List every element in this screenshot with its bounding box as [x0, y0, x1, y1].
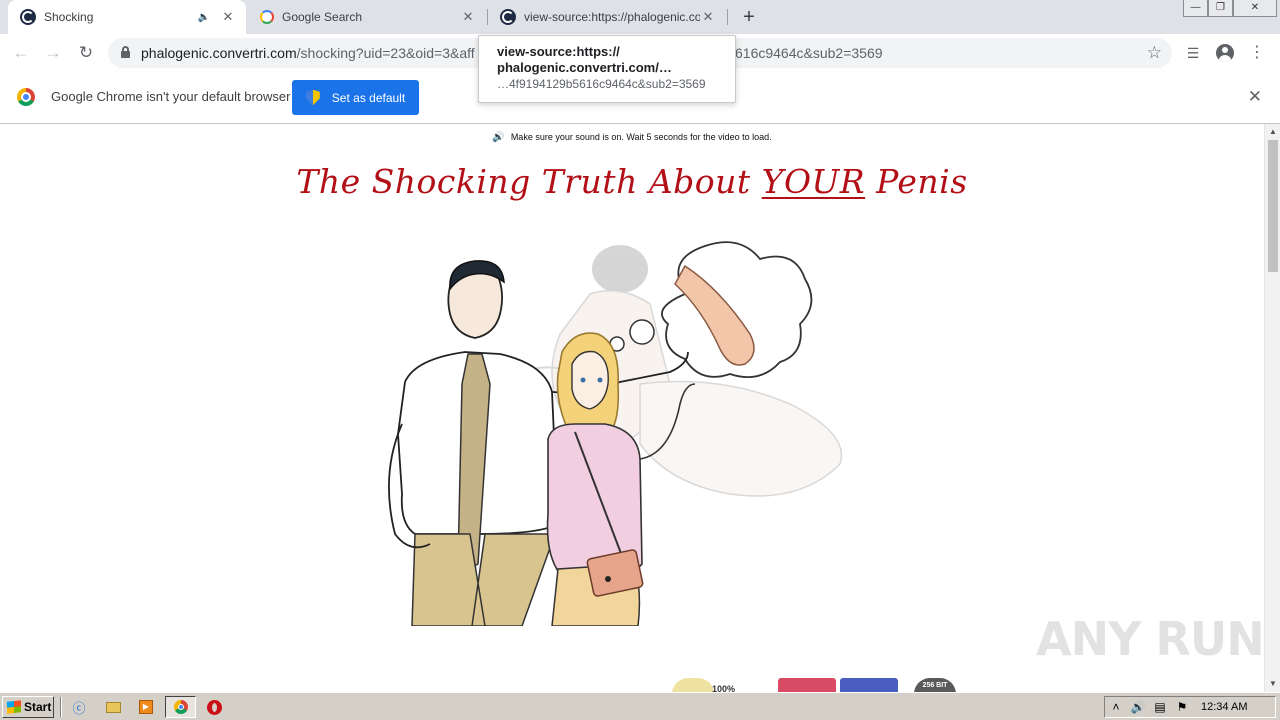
chrome-taskbar-button[interactable]	[165, 696, 196, 718]
close-icon[interactable]: ✕	[220, 9, 236, 25]
flag-icon[interactable]: ⚑	[1171, 700, 1193, 714]
set-as-default-label: Set as default	[331, 90, 406, 105]
card-logo-2	[840, 678, 898, 692]
tab-tooltip: view-source:https:// phalogenic.convertr…	[478, 35, 736, 103]
secure-badge: 256 BIT	[914, 678, 956, 692]
tab-title: Google Search	[282, 10, 363, 24]
close-icon[interactable]: ✕	[700, 9, 716, 25]
tab-view-source[interactable]: view-source:https://phalogenic.convertri…	[488, 0, 726, 34]
close-icon[interactable]: ✕	[460, 9, 476, 25]
menu-icon[interactable]: ⋮	[1246, 42, 1268, 64]
scroll-down-icon[interactable]: ▼	[1265, 676, 1280, 692]
window-controls: — ❐ ✕	[1183, 0, 1277, 20]
scroll-thumb[interactable]	[1268, 140, 1278, 272]
page-headline: The Shocking Truth About YOUR Penis	[0, 162, 1264, 201]
volume-icon[interactable]: 🔊	[1127, 700, 1149, 714]
scroll-up-icon[interactable]: ▲	[1265, 124, 1280, 140]
opera-icon[interactable]	[203, 697, 225, 717]
reload-icon[interactable]: ↻	[74, 41, 98, 65]
folder-icon[interactable]	[102, 697, 124, 717]
tab-title: Shocking	[44, 10, 94, 24]
anyrun-watermark: ANY RUN	[1036, 612, 1264, 666]
tab-strip: Shocking 🔈 ✕ Google Search ✕ view-source…	[0, 0, 1280, 34]
google-icon	[260, 10, 274, 24]
headline-emphasis: YOUR	[761, 162, 866, 201]
infobar-message: Google Chrome isn't your default browser	[51, 89, 291, 104]
page-scrollbar[interactable]: ▲ ▼	[1264, 124, 1280, 692]
tooltip-line-2: phalogenic.convertri.com/…	[497, 60, 672, 75]
profile-icon[interactable]	[1214, 42, 1236, 64]
windows-taskbar: Start ⓒ ▶ ˄ 🔊 ▤ ⚑ 12:34 AM	[0, 692, 1280, 720]
tab-shocking[interactable]: Shocking 🔈 ✕	[8, 0, 246, 34]
windows-flag-icon	[7, 700, 21, 714]
tooltip-line-3: …4f9194129b5616c9464c&sub2=3569	[497, 77, 706, 91]
sound-note-text: Make sure your sound is on. Wait 5 secon…	[510, 132, 772, 142]
site-favicon-icon	[20, 9, 36, 25]
close-window-button[interactable]: ✕	[1233, 0, 1277, 17]
url-path: /shocking?uid=23&oid=3&aff	[296, 45, 475, 61]
tooltip-line-1: view-source:https://	[497, 44, 620, 59]
tray-expand-icon[interactable]: ˄	[1105, 700, 1127, 714]
plus-icon[interactable]: +	[737, 5, 761, 29]
restore-button[interactable]: ❐	[1208, 0, 1233, 17]
shield-icon	[305, 89, 320, 106]
site-favicon-icon	[500, 9, 516, 25]
taskbar-separator	[60, 697, 62, 717]
close-icon[interactable]: ✕	[1248, 87, 1262, 107]
card-logo-1	[778, 678, 836, 692]
page-viewport: 🔊 Make sure your sound is on. Wait 5 seco…	[0, 124, 1264, 692]
network-icon[interactable]: ▤	[1149, 700, 1171, 714]
chrome-icon	[173, 700, 188, 714]
sound-note: 🔊 Make sure your sound is on. Wait 5 seco…	[0, 132, 1264, 143]
headline-end: Penis	[865, 162, 968, 201]
chrome-logo	[17, 88, 35, 106]
star-icon[interactable]: ☆	[1147, 43, 1162, 63]
cartoon-illustration	[388, 241, 843, 626]
forward-icon[interactable]: →	[41, 41, 65, 65]
guarantee-badge	[672, 678, 714, 692]
ie-icon[interactable]: ⓒ	[68, 697, 90, 717]
lock-icon[interactable]	[121, 46, 130, 58]
media-player-icon[interactable]: ▶	[135, 697, 157, 717]
screen: Shocking 🔈 ✕ Google Search ✕ view-source…	[0, 0, 1280, 720]
system-tray: ˄ 🔊 ▤ ⚑ 12:34 AM	[1104, 696, 1276, 718]
back-icon[interactable]: ←	[9, 41, 33, 65]
minimize-button[interactable]: —	[1183, 0, 1208, 17]
url-host: phalogenic.convertri.com	[141, 45, 297, 61]
secure-badge-text: 256 BIT	[922, 682, 948, 689]
url-tail: 616c9464c&sub2=3569	[735, 45, 883, 61]
speaker-icon: 🔊	[492, 132, 505, 143]
speaker-icon[interactable]: 🔈	[198, 12, 210, 23]
set-as-default-button[interactable]: Set as default	[292, 80, 419, 115]
start-button[interactable]: Start	[2, 696, 54, 718]
media-icon[interactable]: ☰	[1182, 42, 1204, 64]
headline-start: The Shocking Truth About	[296, 162, 762, 201]
tab-title: view-source:https://phalogenic.convertri…	[524, 10, 700, 24]
guarantee-badge-text: 100%	[712, 684, 736, 692]
tab-google-search[interactable]: Google Search ✕	[248, 0, 486, 34]
tab-separator	[727, 9, 728, 25]
start-label: Start	[24, 700, 52, 714]
clock[interactable]: 12:34 AM	[1201, 701, 1247, 713]
